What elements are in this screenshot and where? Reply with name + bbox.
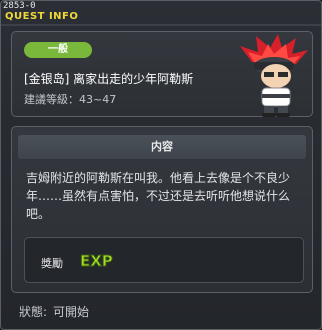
quest-status: 狀態: 可開始 <box>19 303 95 320</box>
status-label: 狀態: <box>19 305 48 319</box>
quest-info-window: 2853-0 QUEST INFO 一般 [金银岛] 离家出走的少年阿勒斯 建議… <box>0 0 322 330</box>
quest-description: 吉姆附近的阿勒斯在叫我。他看上去像是个不良少年……虽然有点害怕，不过还是去听听他… <box>26 171 291 221</box>
window-title: QUEST INFO <box>5 11 79 22</box>
quest-header-panel: 一般 [金银岛] 离家出走的少年阿勒斯 建議等級：43~47 <box>11 31 313 117</box>
content-section-header: 内容 <box>18 135 306 159</box>
npc-avatar <box>240 34 308 117</box>
exp-icon: EXP <box>80 252 114 271</box>
reward-box: 獎勵 EXP <box>24 237 304 283</box>
quest-name: [金银岛] 离家出走的少年阿勒斯 <box>24 72 194 86</box>
category-badge: 一般 <box>24 42 92 58</box>
status-value: 可開始 <box>53 305 90 319</box>
reward-label: 獎勵 <box>41 257 63 270</box>
quest-content-panel: 内容 吉姆附近的阿勒斯在叫我。他看上去像是个不良少年……虽然有点害怕，不过还是去… <box>11 126 313 293</box>
title-divider <box>1 24 321 26</box>
quest-level-label: 建議等級：43~47 <box>24 93 117 106</box>
exp-icon-text: EXP <box>80 252 113 270</box>
